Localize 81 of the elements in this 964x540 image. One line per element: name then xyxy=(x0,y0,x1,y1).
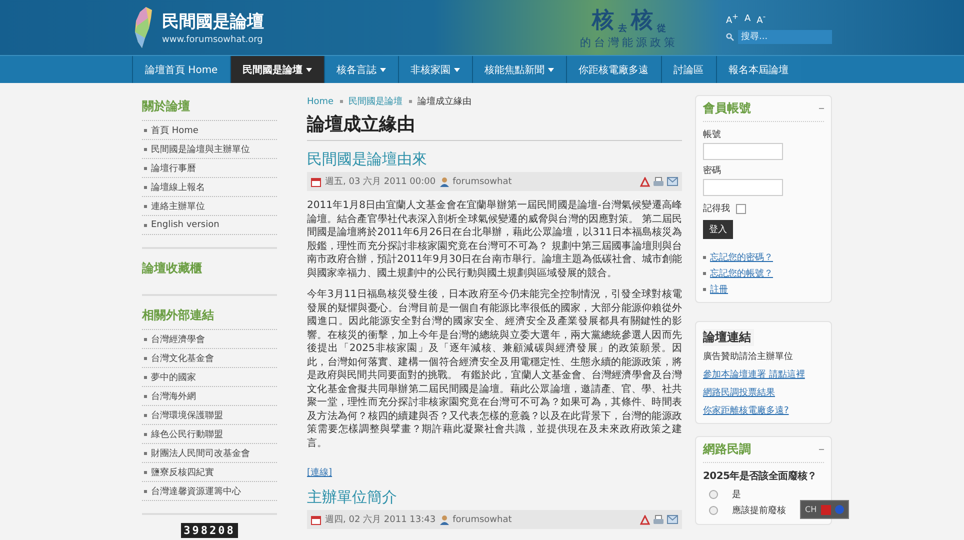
caret-icon xyxy=(548,68,554,72)
banner-word: 核 xyxy=(631,7,653,35)
article-date: 週四, 02 六月 2011 13:43 xyxy=(325,514,436,526)
article-date: 週五, 03 六月 2011 00:00 xyxy=(325,176,436,188)
caret-icon xyxy=(454,68,460,72)
banner-subtitle: 的台灣能源政策 xyxy=(580,35,678,50)
pdf-icon[interactable] xyxy=(640,176,650,186)
field-label: 密碼 xyxy=(703,164,722,177)
banner-word: 從 xyxy=(657,22,666,35)
print-icon[interactable] xyxy=(653,514,664,524)
article-author: forumsowhat xyxy=(452,176,512,186)
card-heading: 會員帳號 xyxy=(703,100,751,117)
sidebar-link[interactable]: English version xyxy=(142,215,277,235)
search-icon xyxy=(726,32,734,40)
poll-radio[interactable] xyxy=(709,490,718,498)
account-link[interactable]: 忘記您的帳號？ xyxy=(703,267,824,280)
caret-icon xyxy=(380,68,386,72)
breadcrumb-link[interactable]: Home xyxy=(307,96,334,106)
banner-word: 核 xyxy=(592,7,614,35)
article-title[interactable]: 主辦單位簡介 xyxy=(307,488,682,507)
pdf-icon[interactable] xyxy=(640,514,650,524)
sidebar-link[interactable]: 民間國是論壇與主辦單位 xyxy=(142,139,277,158)
remember-label: 記得我 xyxy=(703,202,730,215)
breadcrumb-link[interactable]: 民間國是論壇 xyxy=(348,95,403,108)
sidebar-link[interactable]: 台灣海外網 xyxy=(142,386,277,405)
forum-link[interactable]: 網路民調投票結果 xyxy=(703,386,824,399)
sidebar-heading: 論壇收藏櫃 xyxy=(142,260,203,277)
poll-radio[interactable] xyxy=(709,506,718,514)
email-icon[interactable] xyxy=(667,514,678,524)
font-size-button[interactable]: A xyxy=(744,12,751,26)
print-icon[interactable] xyxy=(653,176,664,186)
forum-link[interactable]: 參加本論壇連署 請點這裡 xyxy=(703,368,824,381)
sidebar-link[interactable]: 鹽寮反核四紀實 xyxy=(142,462,277,481)
site-url: www.forumsowhat.org xyxy=(162,35,264,45)
font-size-button[interactable]: A$^{+}$ xyxy=(726,12,738,26)
sidebar-heading: 關於論壇 xyxy=(142,98,191,115)
site-name[interactable]: 民間國是論壇 xyxy=(162,10,264,33)
calendar-icon xyxy=(311,514,321,524)
sidebar-link[interactable]: 台灣經濟學會 xyxy=(142,329,277,348)
article-paragraph: 2011年1月8日由宜蘭人文基金會在宜蘭舉辦第一屆民間國是論壇-台灣氣候變遷高峰論壇。結合產官學社代表深入剖析全球氣候變遷的威脅與台灣的因應對策。 第二屆民間國是論壇將於2011年6月26日在台北舉辦，藉此公眾論壇，以311日本福島核災為殷鑑，理性而充分探討非核家園究竟在台灣可不可為？ 規劃中第三屆國事論壇則與台南市政府合辦，預計2011年9月30日在台南市舉行。論壇主題為低碳社會、城市創能與國家幸福力、國土規劃中的公民行動與國土規劃與區域發展的競合。 xyxy=(307,199,682,280)
poll-question: 2025年是否該全面廢核？ xyxy=(703,469,818,483)
nav-tab[interactable]: 民間國是論壇 xyxy=(230,56,324,83)
sidebar-link[interactable]: 連絡主辦單位 xyxy=(142,196,277,215)
sponsor-note: 廣告贊助請洽主辦單位 xyxy=(703,350,794,363)
sidebar-heading: 相關外部連結 xyxy=(142,307,215,324)
sidebar-link[interactable]: 財團法人民間司改基金會 xyxy=(142,443,277,462)
username-field[interactable] xyxy=(703,143,783,160)
sidebar-link[interactable]: 綠色公民行動聯盟 xyxy=(142,424,277,443)
article-author: forumsowhat xyxy=(452,514,512,524)
card-heading: 網路民調 xyxy=(703,441,751,458)
card-heading: 論壇連結 xyxy=(703,329,754,346)
forum-link[interactable]: 你家距離核電廠多遠? xyxy=(703,404,824,417)
article-paragraph: 今年3月11日福島核災發生後，日本政府至今仍未能完全控制情況，引發全球對核電發展的疑懼與憂心。台灣目前是一個自有能源比率很低的國家，大部分能源仰賴從外國進口。因此能源安全對台灣的國家安全、經濟安全及產業發展都具有關鍵性的影響。在核災的衝擊，加上今年是台灣的總統與立委大選年，兩大黨總統參選人因而先後提出「2025非核家園」及「逐年減核、兼顧減碳與經濟發展」的政策願景。因此，台灣如何落實、建構一個符合經濟安全及用電穩定性、生態永續的能源政策，將是政府與民間共同要面對的挑戰。 有鑑於此，宜蘭人文基金會、台灣經濟學會及台灣文化基金會擬共同舉辦第二屆民間國是論壇。藉此公眾論壇，邀請產、官、學、社共聚一堂，理性而充分探討非核家園究竟在台灣可不可為？如果可為，其條件、時間表及方法為何？核四的續建與否？又代表怎樣的意義？以及在此背景下，台灣的能源政策需要怎樣調整與擘畫？期許藉此凝聚社會共識，並提供現在及未來政府政策之建言。 xyxy=(307,288,682,450)
remember-checkbox[interactable] xyxy=(736,204,746,214)
sidebar-link[interactable]: 論壇線上報名 xyxy=(142,177,277,196)
field-label: 帳號 xyxy=(703,128,722,141)
account-link[interactable]: 忘記您的密碼？ xyxy=(703,251,824,264)
sidebar-link[interactable]: 夢中的國家 xyxy=(142,367,277,386)
page-title: 論壇成立緣由 xyxy=(307,112,682,141)
banner-word: 去 xyxy=(618,22,627,35)
sidebar-link[interactable]: 台灣達馨資源運籌中心 xyxy=(142,481,277,501)
sidebar-link[interactable]: 台灣文化基金會 xyxy=(142,348,277,367)
sidebar-link[interactable]: 論壇行事曆 xyxy=(142,158,277,177)
account-link[interactable]: 註冊 xyxy=(703,283,824,296)
login-button[interactable]: 登入 xyxy=(703,220,733,239)
article-link[interactable]: [連線] xyxy=(307,466,332,479)
poll-option: 應該提前廢核 xyxy=(732,504,786,516)
sidebar-link[interactable]: 首頁 Home xyxy=(142,120,277,139)
poll-option: 是 xyxy=(732,488,741,500)
user-icon xyxy=(440,176,449,186)
sidebar-link[interactable]: 台灣環境保護聯盟 xyxy=(142,405,277,424)
ime-language[interactable]: CH xyxy=(805,505,817,514)
font-size-button[interactable]: A$^{-}$ xyxy=(756,12,766,26)
visitor-counter: 398208 xyxy=(180,523,238,538)
calendar-icon xyxy=(311,176,321,186)
search-field[interactable]: 搜尋... xyxy=(738,30,832,44)
caret-icon xyxy=(306,68,312,72)
user-icon xyxy=(440,514,449,524)
article-title[interactable]: 民間國是論壇由來 xyxy=(307,150,682,169)
password-field[interactable] xyxy=(703,179,783,196)
email-icon[interactable] xyxy=(667,176,678,186)
